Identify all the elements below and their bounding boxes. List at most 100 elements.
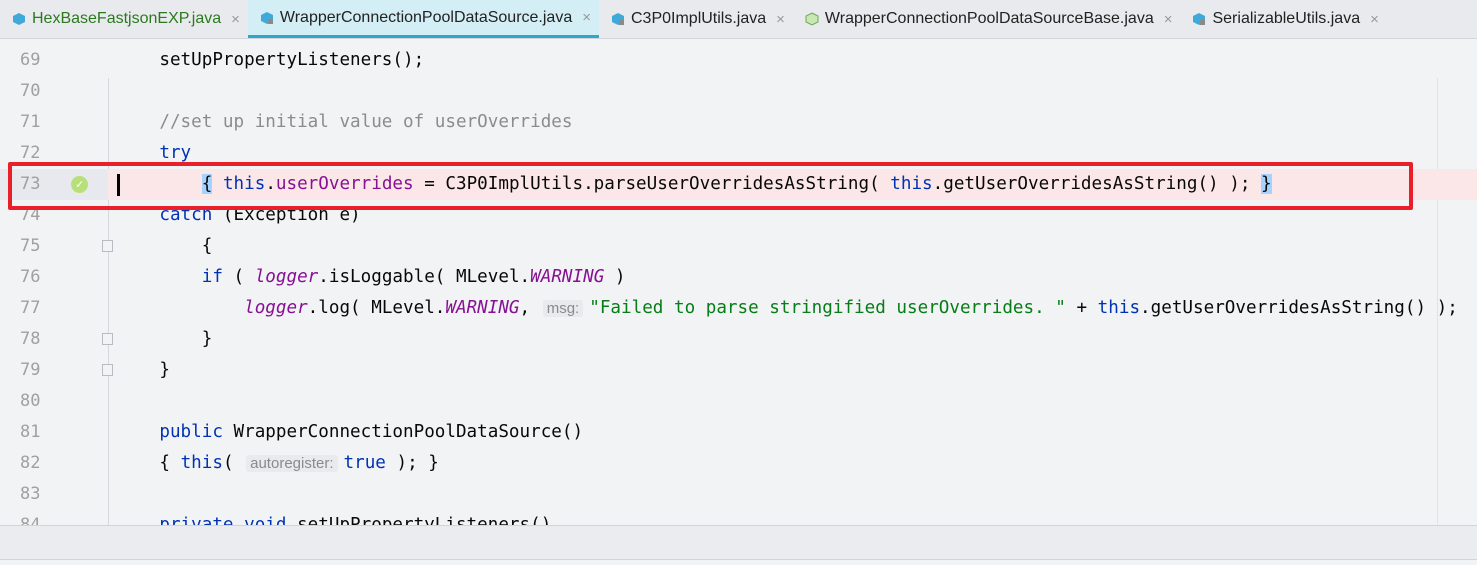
status-bar: [0, 525, 1477, 560]
line-number: 84: [20, 515, 41, 525]
gutter-cell: 83: [0, 479, 108, 510]
editor-tab-bar: HexBaseFastjsonEXP.java × WrapperConnectio…: [0, 0, 1477, 39]
code-line[interactable]: 82 { this( autoregister: true ); }: [0, 448, 1477, 479]
code-line[interactable]: 83: [0, 479, 1477, 510]
code-text: }: [117, 324, 213, 355]
parameter-hint: msg:: [542, 300, 584, 317]
code-token: WARNING: [445, 298, 520, 318]
tab-serializableutils-java[interactable]: SerializableUtils.java ×: [1180, 0, 1386, 38]
line-number: 83: [20, 484, 41, 504]
code-line[interactable]: 84 private void setUpPropertyListeners(): [0, 510, 1477, 525]
gutter-cell: 78: [0, 324, 113, 355]
parameter-hint: autoregister:: [246, 455, 338, 472]
code-token: setUpPropertyListeners(): [286, 515, 552, 525]
code-line[interactable]: 80: [0, 386, 1477, 417]
code-text: logger.log( MLevel.WARNING, msg: "Failed …: [117, 293, 1458, 324]
code-line[interactable]: 79 }: [0, 355, 1477, 386]
fold-marker-icon[interactable]: [102, 240, 113, 252]
gutter-cell: 70: [0, 76, 108, 107]
close-icon[interactable]: ×: [1370, 11, 1379, 28]
close-icon[interactable]: ×: [231, 11, 240, 28]
tab-wrapperconnectionpooldatasource-java[interactable]: WrapperConnectionPoolDataSource.java ×: [247, 0, 599, 38]
code-text: }: [117, 355, 170, 386]
code-token: .log( MLevel.: [307, 298, 446, 318]
code-token: setUpPropertyListeners();: [117, 50, 425, 70]
code-text: setUpPropertyListeners();: [117, 45, 424, 76]
gutter-cell: 75: [0, 231, 113, 262]
code-token: (: [222, 453, 245, 473]
code-token: WrapperConnectionPoolDataSource(): [222, 422, 584, 442]
code-token: private void: [117, 515, 287, 525]
code-line[interactable]: 75 {: [0, 231, 1477, 262]
tab-label: HexBaseFastjsonEXP.java: [32, 10, 222, 27]
code-line[interactable]: 71 //set up initial value of userOverrid…: [0, 107, 1477, 138]
code-token: ); }: [385, 453, 439, 473]
gutter-cell: 71: [0, 107, 108, 138]
line-number: 75: [20, 236, 41, 256]
code-token: if: [117, 267, 223, 287]
line-number: 78: [20, 329, 41, 349]
code-text: { this( autoregister: true ); }: [117, 448, 439, 479]
close-icon[interactable]: ×: [1164, 11, 1173, 28]
tab-label: WrapperConnectionPoolDataSource.java: [279, 8, 573, 26]
code-token: //set up initial value of userOverrides: [117, 112, 573, 132]
tab-hexbasefastjsonexp-java[interactable]: HexBaseFastjsonEXP.java ×: [0, 0, 248, 38]
code-token: true: [343, 453, 386, 473]
gutter-cell: 80: [0, 386, 108, 417]
code-editor[interactable]: 69 setUpPropertyListeners(); 70 71 //set u…: [0, 39, 1477, 525]
gutter-cell: 82: [0, 448, 108, 479]
tab-label: C3P0ImplUtils.java: [631, 10, 767, 27]
code-token: logger: [254, 267, 319, 287]
gutter-cell: 76: [0, 262, 108, 293]
gutter-cell: 77: [0, 293, 108, 324]
code-token: WARNING: [530, 267, 605, 287]
close-icon[interactable]: ×: [582, 9, 591, 26]
code-token: ): [604, 267, 626, 287]
code-line[interactable]: 78 }: [0, 324, 1477, 355]
code-line[interactable]: 81 public WrapperConnectionPoolDataSourc…: [0, 417, 1477, 448]
code-token: try: [117, 143, 192, 163]
code-text: {: [117, 231, 213, 262]
code-line[interactable]: 70: [0, 76, 1477, 107]
line-number: 71: [20, 112, 41, 132]
code-token: (: [222, 267, 255, 287]
line-number: 81: [20, 422, 41, 442]
java-class-icon: [611, 12, 625, 26]
gutter-cell: 84: [0, 510, 108, 525]
code-token: {: [117, 453, 181, 473]
line-number: 80: [20, 391, 41, 411]
code-line[interactable]: 76 if ( logger.isLoggable( MLevel.WARNIN…: [0, 262, 1477, 293]
code-token: {: [117, 236, 213, 256]
code-token: }: [117, 329, 213, 349]
line-number: 76: [20, 267, 41, 287]
close-icon[interactable]: ×: [776, 11, 785, 28]
java-class-icon: [260, 11, 274, 25]
code-text: //set up initial value of userOverrides: [117, 107, 572, 138]
java-class-icon: [1192, 12, 1206, 26]
line-number: 82: [20, 453, 41, 473]
code-token: this: [180, 453, 223, 473]
abstract-class-icon: [805, 12, 819, 26]
java-class-icon: [12, 12, 26, 26]
highlight-annotation-box: [8, 162, 1413, 210]
tab-label: SerializableUtils.java: [1212, 10, 1361, 27]
code-token: public: [117, 422, 223, 442]
fold-marker-icon[interactable]: [102, 333, 113, 345]
code-text: private void setUpPropertyListeners(): [117, 510, 551, 525]
tab-label: WrapperConnectionPoolDataSourceBase.java: [824, 10, 1154, 27]
tab-wrapperconnectionpooldatasourcebase-java[interactable]: WrapperConnectionPoolDataSourceBase.java…: [793, 0, 1181, 38]
code-token: "Failed to parse stringified userOverrid…: [589, 298, 1066, 318]
code-line[interactable]: 69 setUpPropertyListeners();: [0, 45, 1477, 76]
code-token: ,: [519, 298, 541, 318]
line-number: 77: [20, 298, 41, 318]
tab-c3p0implutils-java[interactable]: C3P0ImplUtils.java ×: [599, 0, 793, 38]
code-token: +: [1065, 298, 1098, 318]
line-number: 69: [20, 50, 41, 70]
code-token: }: [117, 360, 170, 380]
code-line[interactable]: 77 logger.log( MLevel.WARNING, msg: "Fail…: [0, 293, 1477, 324]
gutter-cell: 69: [0, 45, 108, 76]
fold-marker-icon[interactable]: [102, 364, 113, 376]
line-number: 70: [20, 81, 41, 101]
code-token: logger: [244, 298, 308, 318]
